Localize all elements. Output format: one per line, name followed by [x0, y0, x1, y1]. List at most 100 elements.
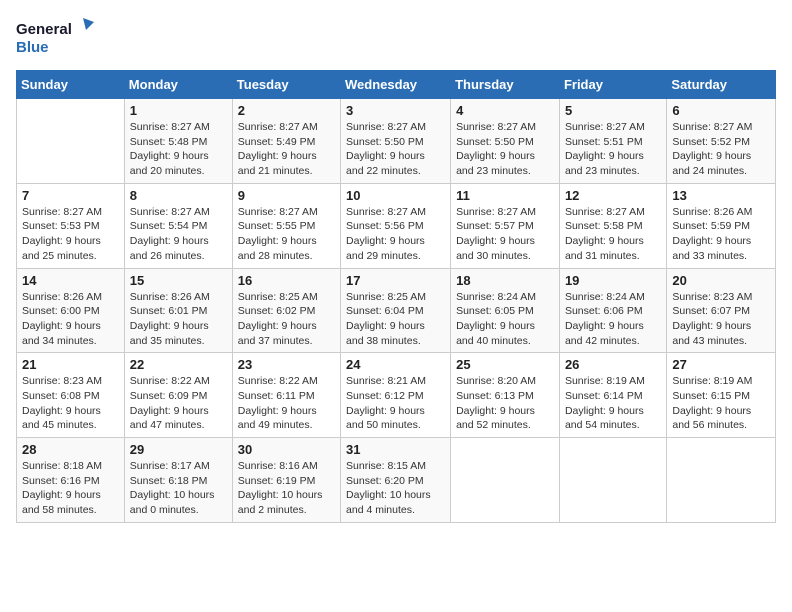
- day-info: Sunrise: 8:24 AMSunset: 6:06 PMDaylight:…: [565, 290, 661, 349]
- day-info: Sunrise: 8:27 AMSunset: 5:56 PMDaylight:…: [346, 205, 445, 264]
- calendar-cell: 24 Sunrise: 8:21 AMSunset: 6:12 PMDayligh…: [341, 353, 451, 438]
- day-info: Sunrise: 8:19 AMSunset: 6:14 PMDaylight:…: [565, 374, 661, 433]
- header-thursday: Thursday: [451, 71, 560, 99]
- calendar-cell: 28 Sunrise: 8:18 AMSunset: 6:16 PMDayligh…: [17, 438, 125, 523]
- svg-text:General: General: [16, 21, 72, 38]
- calendar-cell: 31 Sunrise: 8:15 AMSunset: 6:20 PMDayligh…: [341, 438, 451, 523]
- day-number: 9: [238, 188, 335, 203]
- calendar-cell: 4 Sunrise: 8:27 AMSunset: 5:50 PMDaylight…: [451, 99, 560, 184]
- day-info: Sunrise: 8:26 AMSunset: 6:01 PMDaylight:…: [130, 290, 227, 349]
- calendar-week-row: 14Sunrise: 8:26 AMSunset: 6:00 PMDayligh…: [17, 268, 776, 353]
- calendar-cell: [667, 438, 776, 523]
- day-number: 27: [672, 357, 770, 372]
- day-number: 28: [22, 442, 119, 457]
- day-info: Sunrise: 8:27 AMSunset: 5:52 PMDaylight:…: [672, 120, 770, 179]
- calendar-cell: 26 Sunrise: 8:19 AMSunset: 6:14 PMDayligh…: [559, 353, 666, 438]
- day-info: Sunrise: 8:26 AMSunset: 5:59 PMDaylight:…: [672, 205, 770, 264]
- day-number: 11: [456, 188, 554, 203]
- day-info: Sunrise: 8:25 AMSunset: 6:02 PMDaylight:…: [238, 290, 335, 349]
- calendar-cell: 3Sunrise: 8:27 AMSunset: 5:50 PMDaylight…: [341, 99, 451, 184]
- day-number: 10: [346, 188, 445, 203]
- day-info: Sunrise: 8:27 AMSunset: 5:55 PMDaylight:…: [238, 205, 335, 264]
- day-number: 29: [130, 442, 227, 457]
- day-info: Sunrise: 8:22 AMSunset: 6:09 PMDaylight:…: [130, 374, 227, 433]
- day-number: 25: [456, 357, 554, 372]
- calendar-week-row: 1 Sunrise: 8:27 AMSunset: 5:48 PMDaylight…: [17, 99, 776, 184]
- day-info: Sunrise: 8:27 AMSunset: 5:57 PMDaylight:…: [456, 205, 554, 264]
- day-number: 18: [456, 273, 554, 288]
- header-monday: Monday: [124, 71, 232, 99]
- day-info: Sunrise: 8:26 AMSunset: 6:00 PMDaylight:…: [22, 290, 119, 349]
- calendar-cell: 13 Sunrise: 8:26 AMSunset: 5:59 PMDayligh…: [667, 183, 776, 268]
- calendar-table: SundayMondayTuesdayWednesdayThursdayFrid…: [16, 70, 776, 523]
- header-tuesday: Tuesday: [232, 71, 340, 99]
- calendar-cell: 11 Sunrise: 8:27 AMSunset: 5:57 PMDayligh…: [451, 183, 560, 268]
- calendar-header-row: SundayMondayTuesdayWednesdayThursdayFrid…: [17, 71, 776, 99]
- day-info: Sunrise: 8:27 AMSunset: 5:53 PMDaylight:…: [22, 205, 119, 264]
- calendar-cell: 5 Sunrise: 8:27 AMSunset: 5:51 PMDaylight…: [559, 99, 666, 184]
- calendar-cell: 23 Sunrise: 8:22 AMSunset: 6:11 PMDayligh…: [232, 353, 340, 438]
- day-number: 26: [565, 357, 661, 372]
- calendar-cell: 10 Sunrise: 8:27 AMSunset: 5:56 PMDayligh…: [341, 183, 451, 268]
- day-number: 19: [565, 273, 661, 288]
- header-sunday: Sunday: [17, 71, 125, 99]
- calendar-cell: 17 Sunrise: 8:25 AMSunset: 6:04 PMDayligh…: [341, 268, 451, 353]
- logo-svg: General Blue: [16, 16, 96, 60]
- day-number: 20: [672, 273, 770, 288]
- calendar-cell: 1 Sunrise: 8:27 AMSunset: 5:48 PMDaylight…: [124, 99, 232, 184]
- day-number: 12: [565, 188, 661, 203]
- day-info: Sunrise: 8:23 AMSunset: 6:08 PMDaylight:…: [22, 374, 119, 433]
- day-number: 31: [346, 442, 445, 457]
- day-number: 16: [238, 273, 335, 288]
- header-wednesday: Wednesday: [341, 71, 451, 99]
- calendar-cell: 16 Sunrise: 8:25 AMSunset: 6:02 PMDayligh…: [232, 268, 340, 353]
- calendar-cell: 2 Sunrise: 8:27 AMSunset: 5:49 PMDaylight…: [232, 99, 340, 184]
- calendar-cell: 21 Sunrise: 8:23 AMSunset: 6:08 PMDayligh…: [17, 353, 125, 438]
- day-info: Sunrise: 8:25 AMSunset: 6:04 PMDaylight:…: [346, 290, 445, 349]
- calendar-cell: 18 Sunrise: 8:24 AMSunset: 6:05 PMDayligh…: [451, 268, 560, 353]
- calendar-cell: 30 Sunrise: 8:16 AMSunset: 6:19 PMDayligh…: [232, 438, 340, 523]
- day-number: 3: [346, 103, 445, 118]
- day-info: Sunrise: 8:27 AMSunset: 5:50 PMDaylight:…: [456, 120, 554, 179]
- calendar-cell: 12 Sunrise: 8:27 AMSunset: 5:58 PMDayligh…: [559, 183, 666, 268]
- calendar-cell: 22Sunrise: 8:22 AMSunset: 6:09 PMDayligh…: [124, 353, 232, 438]
- day-info: Sunrise: 8:19 AMSunset: 6:15 PMDaylight:…: [672, 374, 770, 433]
- day-number: 8: [130, 188, 227, 203]
- day-number: 30: [238, 442, 335, 457]
- day-number: 23: [238, 357, 335, 372]
- day-info: Sunrise: 8:27 AMSunset: 5:51 PMDaylight:…: [565, 120, 661, 179]
- day-number: 6: [672, 103, 770, 118]
- day-info: Sunrise: 8:27 AMSunset: 5:49 PMDaylight:…: [238, 120, 335, 179]
- calendar-cell: 15 Sunrise: 8:26 AMSunset: 6:01 PMDayligh…: [124, 268, 232, 353]
- calendar-cell: 27 Sunrise: 8:19 AMSunset: 6:15 PMDayligh…: [667, 353, 776, 438]
- day-number: 24: [346, 357, 445, 372]
- day-info: Sunrise: 8:17 AMSunset: 6:18 PMDaylight:…: [130, 459, 227, 518]
- header-friday: Friday: [559, 71, 666, 99]
- calendar-cell: [559, 438, 666, 523]
- day-info: Sunrise: 8:27 AMSunset: 5:48 PMDaylight:…: [130, 120, 227, 179]
- day-number: 15: [130, 273, 227, 288]
- day-info: Sunrise: 8:24 AMSunset: 6:05 PMDaylight:…: [456, 290, 554, 349]
- day-number: 17: [346, 273, 445, 288]
- day-number: 5: [565, 103, 661, 118]
- page-header: General Blue: [16, 16, 776, 60]
- day-info: Sunrise: 8:15 AMSunset: 6:20 PMDaylight:…: [346, 459, 445, 518]
- day-number: 21: [22, 357, 119, 372]
- day-number: 4: [456, 103, 554, 118]
- calendar-cell: 20Sunrise: 8:23 AMSunset: 6:07 PMDayligh…: [667, 268, 776, 353]
- calendar-cell: 19 Sunrise: 8:24 AMSunset: 6:06 PMDayligh…: [559, 268, 666, 353]
- day-info: Sunrise: 8:27 AMSunset: 5:54 PMDaylight:…: [130, 205, 227, 264]
- day-number: 1: [130, 103, 227, 118]
- day-info: Sunrise: 8:22 AMSunset: 6:11 PMDaylight:…: [238, 374, 335, 433]
- day-number: 2: [238, 103, 335, 118]
- day-number: 13: [672, 188, 770, 203]
- day-info: Sunrise: 8:21 AMSunset: 6:12 PMDaylight:…: [346, 374, 445, 433]
- day-info: Sunrise: 8:27 AMSunset: 5:58 PMDaylight:…: [565, 205, 661, 264]
- calendar-week-row: 28 Sunrise: 8:18 AMSunset: 6:16 PMDayligh…: [17, 438, 776, 523]
- calendar-cell: 6 Sunrise: 8:27 AMSunset: 5:52 PMDaylight…: [667, 99, 776, 184]
- day-info: Sunrise: 8:18 AMSunset: 6:16 PMDaylight:…: [22, 459, 119, 518]
- calendar-week-row: 21 Sunrise: 8:23 AMSunset: 6:08 PMDayligh…: [17, 353, 776, 438]
- calendar-cell: 8 Sunrise: 8:27 AMSunset: 5:54 PMDaylight…: [124, 183, 232, 268]
- svg-text:Blue: Blue: [16, 39, 49, 56]
- day-info: Sunrise: 8:16 AMSunset: 6:19 PMDaylight:…: [238, 459, 335, 518]
